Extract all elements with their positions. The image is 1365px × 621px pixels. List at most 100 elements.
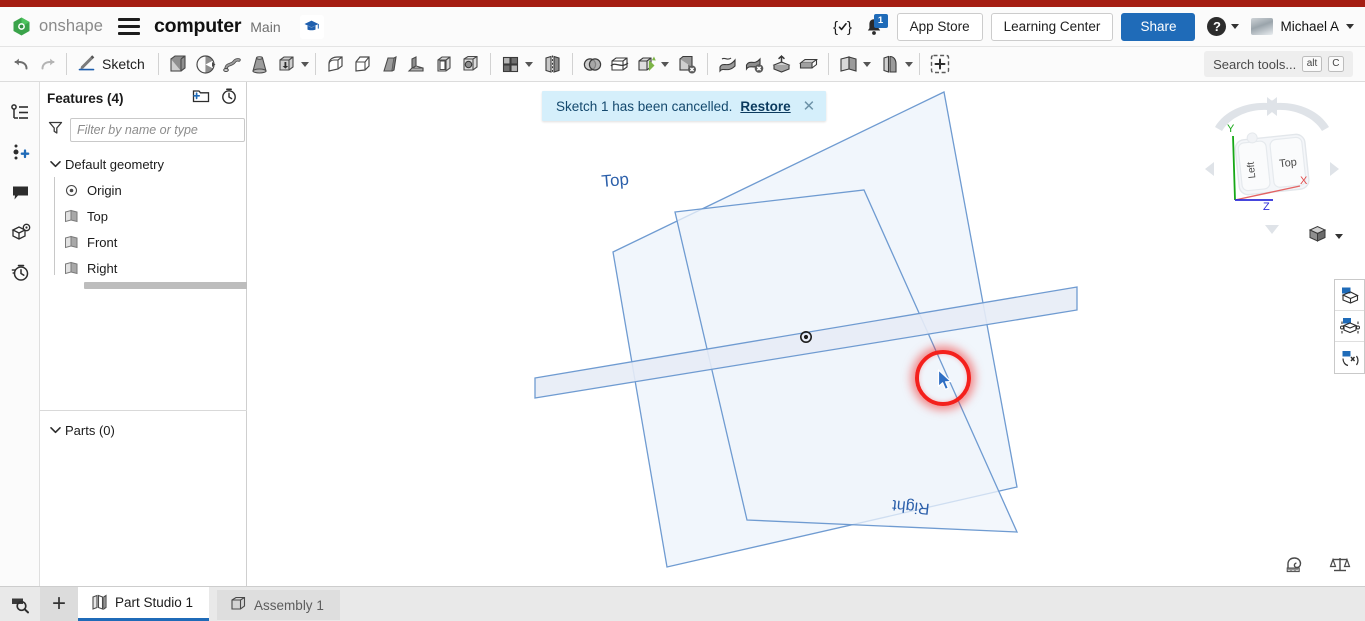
plane-icon[interactable] <box>835 49 862 79</box>
display-states-icon[interactable] <box>1335 280 1364 311</box>
tree-item-front[interactable]: Front <box>62 229 246 255</box>
chevron-down-icon[interactable] <box>48 426 62 434</box>
rib-icon[interactable] <box>403 49 430 79</box>
render-settings-icon[interactable] <box>1335 342 1364 373</box>
add-collaborator-icon[interactable] <box>0 132 40 172</box>
chamfer-icon[interactable] <box>349 49 376 79</box>
search-tools-button[interactable]: Search tools... alt C <box>1204 51 1353 77</box>
pattern-icon[interactable] <box>497 49 524 79</box>
tree-item-top[interactable]: Top <box>62 203 246 229</box>
graphics-canvas[interactable]: Top Right Sketch 1 has been cancelled. R… <box>247 82 1365 586</box>
features-panel: Features (4) Default geometry <box>40 82 280 586</box>
rollback-stopwatch-icon[interactable] <box>220 87 238 110</box>
fillet-icon[interactable] <box>322 49 349 79</box>
boolean-icon[interactable] <box>579 49 606 79</box>
loft-icon[interactable] <box>246 49 273 79</box>
onshape-logo-text: onshape <box>39 17 104 35</box>
tab-assembly-1[interactable]: Assembly 1 <box>217 590 340 620</box>
app-store-button[interactable]: App Store <box>896 12 983 41</box>
filter-funnel-icon[interactable] <box>48 120 63 140</box>
move-face-icon[interactable] <box>714 49 741 79</box>
appearance-editor-icon[interactable] <box>1335 311 1364 342</box>
tab-label: Part Studio 1 <box>115 595 194 610</box>
shortcut-c-key: C <box>1327 56 1344 72</box>
hole-icon[interactable] <box>457 49 484 79</box>
top-plane-label: Top <box>601 170 630 191</box>
revolve-icon[interactable] <box>192 49 219 79</box>
tree-item-origin[interactable]: Origin <box>62 177 246 203</box>
document-branch[interactable]: Main <box>250 19 280 35</box>
transform-icon[interactable] <box>633 49 660 79</box>
sketch-pencil-icon <box>77 52 97 77</box>
avatar[interactable] <box>1251 18 1274 35</box>
display-tools-panel <box>1334 279 1365 374</box>
toolbar-divider <box>571 53 573 75</box>
svg-text:{: { <box>833 19 838 36</box>
chevron-down-icon[interactable] <box>1346 24 1354 29</box>
chevron-down-icon[interactable] <box>524 61 533 67</box>
chevron-down-icon[interactable] <box>300 61 309 67</box>
display-style-menu[interactable] <box>1307 224 1343 249</box>
user-name[interactable]: Michael A <box>1280 19 1339 34</box>
new-folder-icon[interactable] <box>192 88 210 109</box>
features-filter-input[interactable] <box>70 118 245 142</box>
chevron-down-icon[interactable] <box>1335 234 1343 239</box>
delete-face-icon[interactable] <box>741 49 768 79</box>
thicken-icon[interactable] <box>273 49 300 79</box>
arrow-down-icon <box>1265 225 1279 234</box>
chevron-down-icon[interactable] <box>862 61 871 67</box>
tree-group-default-geometry[interactable]: Default geometry <box>40 151 246 177</box>
draft-icon[interactable] <box>376 49 403 79</box>
history-icon[interactable] <box>0 252 40 292</box>
tree-item-right[interactable]: Right <box>62 255 246 281</box>
sweep-icon[interactable] <box>219 49 246 79</box>
chevron-down-icon[interactable] <box>660 61 669 67</box>
add-custom-feature-icon[interactable] <box>926 49 954 79</box>
sketch-button[interactable]: Sketch <box>73 50 152 78</box>
share-button[interactable]: Share <box>1121 12 1196 41</box>
chevron-down-icon[interactable] <box>48 160 62 168</box>
sketch-label: Sketch <box>102 56 145 72</box>
bell-icon[interactable]: 1 <box>859 12 889 42</box>
app-header: onshape computer Main { } 1 App Store Le… <box>0 7 1365 47</box>
feature-tree: Default geometry Origin Top Front Right <box>40 151 246 281</box>
measure-tape-icon[interactable] <box>1286 555 1307 578</box>
shell-icon[interactable] <box>430 49 457 79</box>
close-icon[interactable]: ✕ <box>803 99 816 114</box>
toolbar-divider <box>827 53 829 75</box>
learning-center-button[interactable]: Learning Center <box>990 12 1114 41</box>
import-derive-icon[interactable] <box>768 49 795 79</box>
parts-section-header[interactable]: Parts (0) <box>40 417 247 443</box>
graduation-cap-icon[interactable] <box>299 14 324 39</box>
split-icon[interactable] <box>606 49 633 79</box>
view-cube-face-top: Top <box>1279 156 1298 170</box>
comments-icon[interactable] <box>0 172 40 212</box>
undo-arrow-icon[interactable] <box>8 49 34 79</box>
sheet-metal-icon[interactable] <box>877 49 904 79</box>
hamburger-menu-icon[interactable] <box>118 18 141 35</box>
document-title: computer <box>154 15 242 37</box>
sketch-cancelled-notice: Sketch 1 has been cancelled. Restore ✕ <box>542 91 827 121</box>
axis-label-y: Y <box>1227 123 1235 135</box>
part-properties-icon[interactable] <box>0 212 40 252</box>
rotate-cw-icon <box>1265 97 1329 131</box>
feature-toolbar: Sketch Search tools... alt C <box>0 47 1365 82</box>
extrude-icon[interactable] <box>165 49 192 79</box>
versions-braces-icon[interactable]: { } <box>829 12 859 42</box>
help-menu[interactable]: ? <box>1207 17 1240 36</box>
chevron-down-icon[interactable] <box>904 61 913 67</box>
tab-part-studio-1[interactable]: Part Studio 1 <box>78 587 210 621</box>
feature-list-icon[interactable] <box>0 92 40 132</box>
tree-item-label: Right <box>87 260 118 276</box>
add-tab-button[interactable]: + <box>40 587 78 621</box>
mirror-icon[interactable] <box>539 49 566 79</box>
mass-properties-scale-icon[interactable] <box>1329 555 1351 578</box>
search-tabs-icon[interactable] <box>0 587 40 621</box>
onshape-logo[interactable]: onshape <box>11 16 103 37</box>
restore-link[interactable]: Restore <box>740 99 790 114</box>
features-panel-tools <box>192 87 238 110</box>
redo-arrow-icon[interactable] <box>34 49 60 79</box>
enclose-icon[interactable] <box>795 49 822 79</box>
delete-part-icon[interactable] <box>674 49 701 79</box>
notice-message: Sketch 1 has been cancelled. <box>556 98 733 114</box>
